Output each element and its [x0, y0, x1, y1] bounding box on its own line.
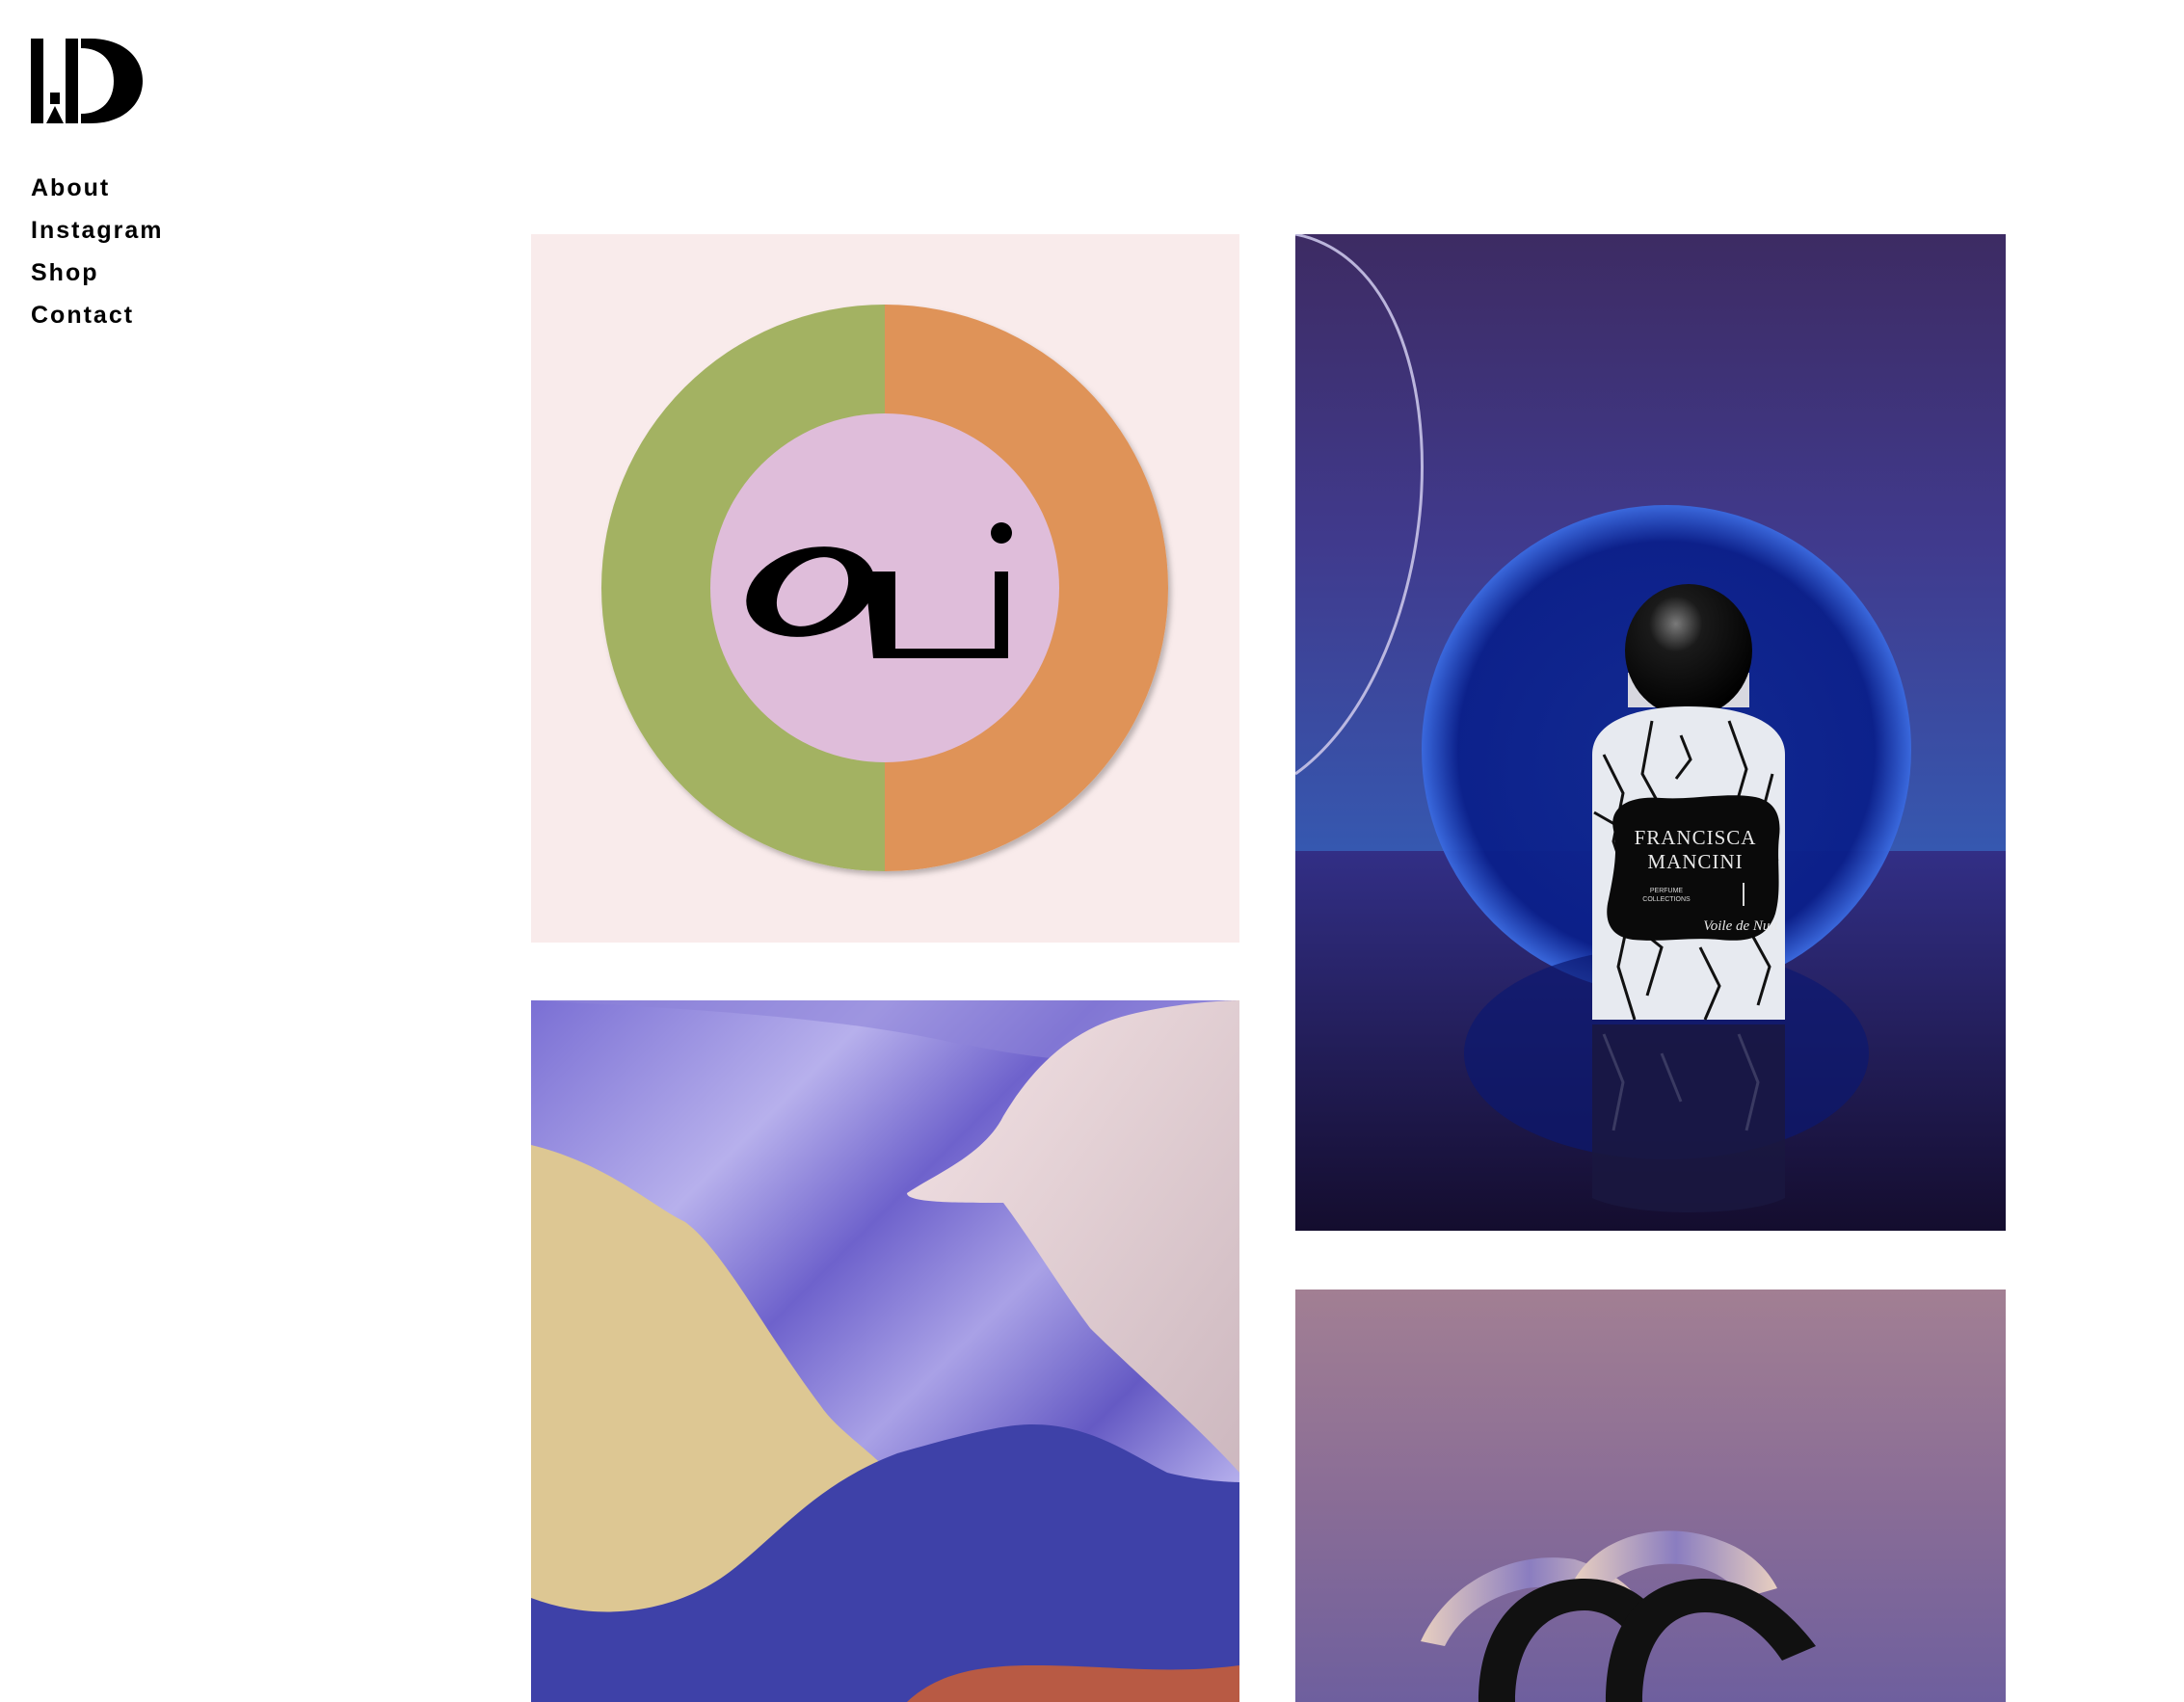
site-logo[interactable]: [31, 39, 143, 123]
brand-name-line2: MANCINI: [1647, 850, 1743, 873]
waves-artwork: [531, 1000, 1239, 1702]
oli-artwork: [531, 234, 1239, 943]
perfume-name: Voile de Nuit: [1703, 918, 1778, 934]
nav-item-instagram[interactable]: Instagram: [31, 209, 163, 252]
gallery-item-oli[interactable]: [531, 234, 1239, 943]
cc-artwork: [1295, 1290, 2006, 1702]
perfume-artwork: FRANCISCA MANCINI PERFUME COLLECTIONS Vo…: [1295, 234, 2006, 1231]
gallery-item-perfume[interactable]: FRANCISCA MANCINI PERFUME COLLECTIONS Vo…: [1295, 234, 2006, 1231]
nav-item-contact[interactable]: Contact: [31, 294, 163, 336]
gallery-item-cc[interactable]: [1295, 1290, 2006, 1702]
nav-item-about[interactable]: About: [31, 167, 163, 209]
gallery-item-waves[interactable]: [531, 1000, 1239, 1702]
collection-line2: COLLECTIONS: [1642, 896, 1691, 903]
brand-name-line1: FRANCISCA: [1635, 826, 1757, 849]
collection-line1: PERFUME: [1650, 888, 1684, 894]
main-nav: About Instagram Shop Contact: [31, 167, 163, 336]
nav-item-shop[interactable]: Shop: [31, 252, 163, 294]
